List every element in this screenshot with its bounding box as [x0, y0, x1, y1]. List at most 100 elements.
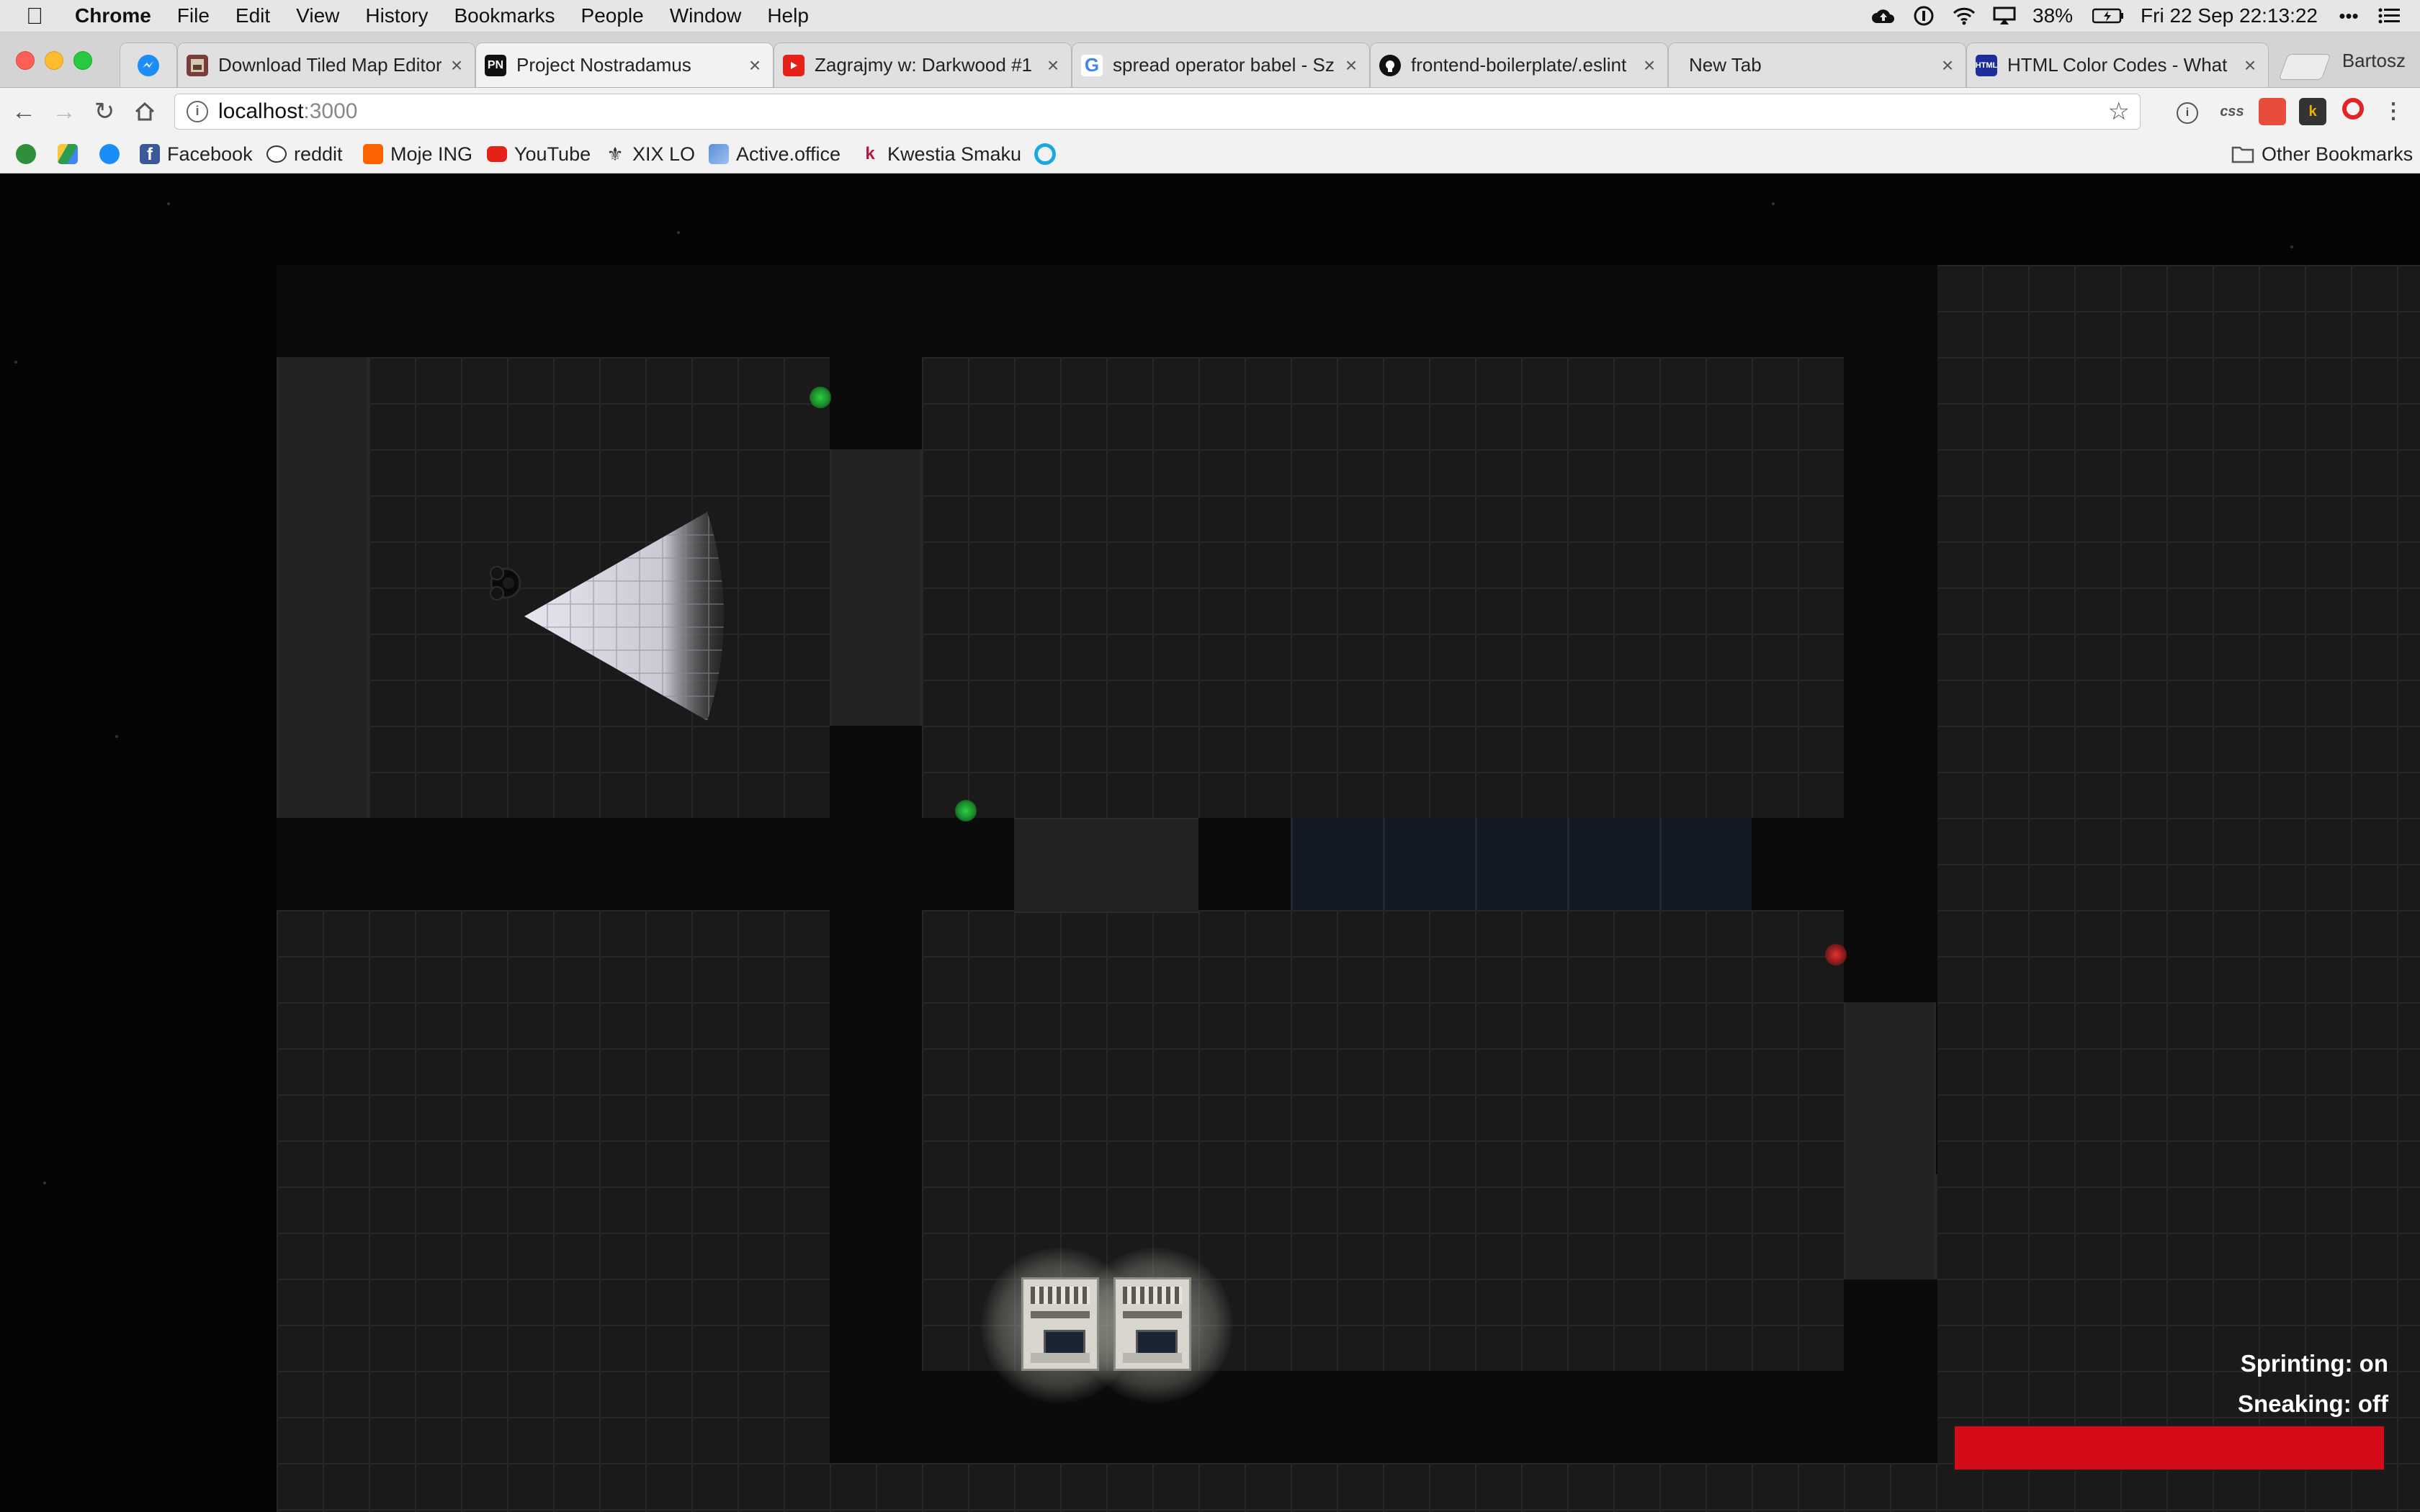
- computer-terminal[interactable]: [1113, 1277, 1191, 1371]
- tab-close-icon[interactable]: ×: [1640, 54, 1659, 77]
- window-zoom-button[interactable]: [73, 51, 92, 70]
- bookmark-youtube[interactable]: YouTube: [487, 141, 591, 167]
- profile-name[interactable]: Bartosz: [2342, 50, 2406, 72]
- tab-close-icon[interactable]: ×: [745, 54, 764, 77]
- tab-close-icon[interactable]: ×: [1044, 54, 1062, 77]
- bookmark-kwestia-smaku[interactable]: k Kwestia Smaku: [860, 141, 1021, 167]
- door-middle-vertical[interactable]: [830, 449, 922, 726]
- css-extension-icon[interactable]: css: [2218, 98, 2246, 125]
- red-marker[interactable]: [1825, 944, 1847, 966]
- youtube-icon: [487, 146, 507, 162]
- menu-edit[interactable]: Edit: [236, 0, 270, 32]
- more-dots-icon[interactable]: •••: [2336, 5, 2361, 27]
- terminal-screen: [1136, 1330, 1178, 1356]
- tampermonkey-extension-icon[interactable]: [2259, 98, 2286, 125]
- menu-history[interactable]: History: [365, 0, 428, 32]
- new-tab-button[interactable]: [2278, 54, 2331, 80]
- address-bar[interactable]: i localhost :3000 ☆: [174, 94, 2141, 130]
- onepassword-icon[interactable]: [1912, 5, 1936, 27]
- computer-terminal[interactable]: [1021, 1277, 1099, 1371]
- door-left-vertical[interactable]: [277, 357, 369, 818]
- tab-title: Zagrajmy w: Darkwood #1: [815, 54, 1032, 76]
- bookmark-label: Active.office: [736, 143, 841, 165]
- window-close-button[interactable]: [16, 51, 35, 70]
- wall-horizontal-mid: [1198, 818, 1291, 910]
- bookmark-circle[interactable]: [1034, 141, 1063, 167]
- green-marker[interactable]: [955, 800, 977, 822]
- back-arrow-icon[interactable]: ←: [9, 96, 39, 127]
- cloud-upload-icon[interactable]: [1871, 5, 1896, 27]
- onepassword-extension-icon[interactable]: i: [2177, 102, 2198, 124]
- green-marker[interactable]: [810, 387, 831, 408]
- bookmark-active-office[interactable]: Active.office: [709, 141, 841, 167]
- bookmark-moje-ing[interactable]: Moje ING: [363, 141, 472, 167]
- bookmark-messenger[interactable]: [99, 141, 127, 167]
- tab-close-icon[interactable]: ×: [2241, 54, 2259, 77]
- wifi-icon[interactable]: [1952, 5, 1976, 27]
- tab-close-icon[interactable]: ×: [1938, 54, 1957, 77]
- tab-tiled-map-editor[interactable]: Download Tiled Map Editor ×: [177, 42, 475, 87]
- airplay-icon[interactable]: [1992, 5, 2017, 27]
- menu-bookmarks[interactable]: Bookmarks: [454, 0, 555, 32]
- address-port: :3000: [303, 99, 358, 123]
- menu-window[interactable]: Window: [670, 0, 742, 32]
- ing-icon: [363, 144, 383, 164]
- battery-icon[interactable]: [2092, 5, 2125, 27]
- bookmark-xix-lo[interactable]: ⚜ XIX LO: [605, 141, 695, 167]
- terminal-shelf: [1031, 1287, 1090, 1304]
- keep-extension-icon[interactable]: k: [2299, 98, 2326, 125]
- menu-app-chrome[interactable]: Chrome: [75, 0, 151, 32]
- tiled-icon: [187, 54, 208, 76]
- star: [1772, 202, 1775, 205]
- door-horizontal[interactable]: [1014, 818, 1198, 913]
- other-bookmarks[interactable]: Other Bookmarks: [2231, 141, 2413, 167]
- window-minimize-button[interactable]: [45, 51, 63, 70]
- opera-extension-icon[interactable]: [2339, 98, 2367, 125]
- door-right-vertical[interactable]: [1844, 1002, 1936, 1279]
- forward-arrow-icon[interactable]: →: [49, 96, 79, 127]
- menu-view[interactable]: View: [296, 0, 339, 32]
- bookmark-drive[interactable]: [58, 141, 85, 167]
- tab-html-color-codes[interactable]: HTML HTML Color Codes - What ×: [1966, 42, 2269, 87]
- tab-close-icon[interactable]: ×: [1342, 54, 1361, 77]
- chrome-menu-icon[interactable]: ⋮: [2380, 98, 2407, 125]
- messenger-icon: [138, 54, 159, 76]
- bookmark-sheets[interactable]: [16, 141, 43, 167]
- folder-icon: [2231, 146, 2254, 163]
- apple-menu-icon[interactable]: : [26, 3, 53, 30]
- terminal-screen: [1044, 1330, 1085, 1356]
- tab-title: HTML Color Codes - What: [2007, 54, 2228, 76]
- tab-darkwood-youtube[interactable]: Zagrajmy w: Darkwood #1 ×: [774, 42, 1072, 87]
- menu-people[interactable]: People: [581, 0, 644, 32]
- reload-icon[interactable]: ↻: [89, 96, 120, 127]
- menu-file[interactable]: File: [177, 0, 210, 32]
- menubar-clock[interactable]: Fri 22 Sep 22:13:22: [2141, 4, 2318, 27]
- home-icon[interactable]: [130, 96, 160, 127]
- tab-project-nostradamus[interactable]: PN Project Nostradamus ×: [475, 42, 774, 87]
- tab-title: frontend-boilerplate/.eslint: [1411, 54, 1627, 76]
- terminal-shelf: [1031, 1311, 1090, 1318]
- bookmark-reddit[interactable]: reddit: [266, 141, 343, 167]
- terminal-base: [1031, 1353, 1090, 1363]
- site-info-icon[interactable]: i: [187, 101, 208, 122]
- tab-title: Project Nostradamus: [516, 54, 691, 76]
- bookmark-star-icon[interactable]: ☆: [2108, 97, 2130, 126]
- star: [677, 231, 680, 234]
- tab-close-icon[interactable]: ×: [447, 54, 466, 77]
- tab-title: New Tab: [1689, 54, 1762, 76]
- sheets-icon: [16, 144, 36, 164]
- circle-icon: [1034, 143, 1056, 165]
- game-canvas[interactable]: Sprinting: on Sneaking: off: [0, 174, 2420, 1512]
- messenger-icon: [99, 144, 120, 164]
- wall-bottom: [830, 1371, 1937, 1463]
- address-host: localhost: [218, 99, 304, 123]
- wall-top: [277, 265, 1937, 357]
- bookmark-facebook[interactable]: f Facebook: [140, 141, 253, 167]
- menu-help[interactable]: Help: [767, 0, 809, 32]
- notification-center-icon[interactable]: [2377, 5, 2401, 27]
- tab-google-search[interactable]: G spread operator babel - Sz ×: [1072, 42, 1370, 87]
- sprinting-status: Sprinting: on: [2240, 1350, 2388, 1377]
- tab-github-eslint[interactable]: frontend-boilerplate/.eslint ×: [1370, 42, 1668, 87]
- tab-pinned-messenger[interactable]: [120, 42, 177, 87]
- tab-new-tab[interactable]: New Tab ×: [1668, 42, 1966, 87]
